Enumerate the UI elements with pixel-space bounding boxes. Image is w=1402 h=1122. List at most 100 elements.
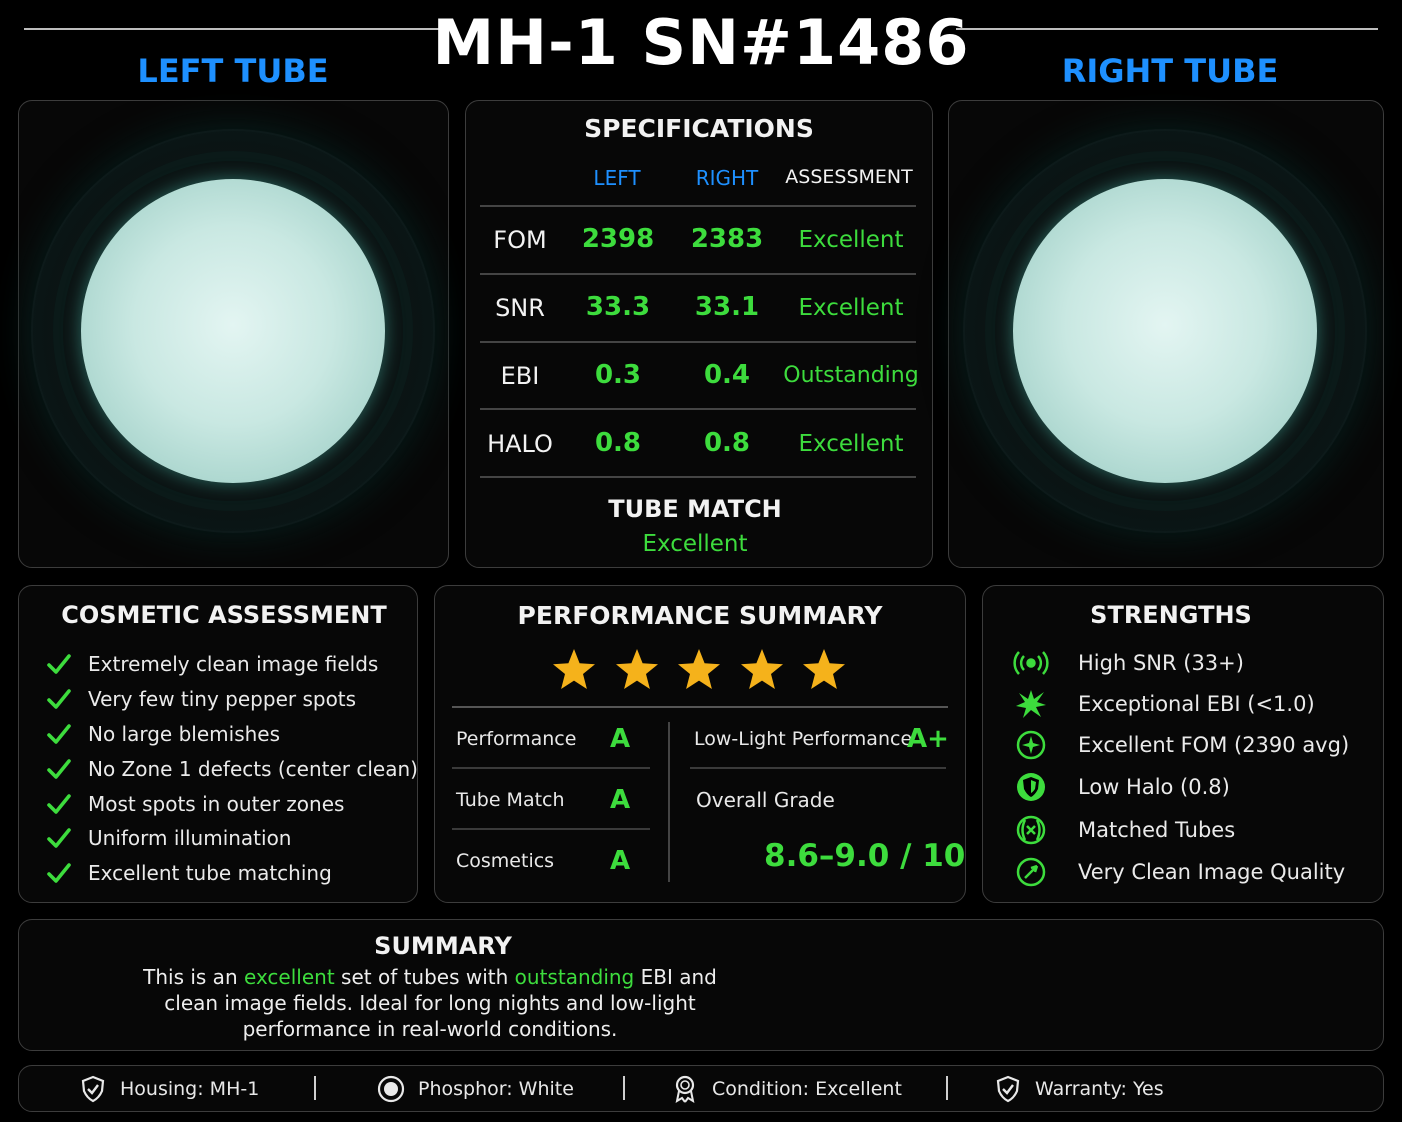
- strength-text: High SNR (33+): [1078, 651, 1244, 675]
- perf-cosmetics-label: Cosmetics: [456, 850, 555, 872]
- spec-col-left: LEFT: [593, 166, 641, 190]
- perf-performance-grade: A: [610, 724, 631, 754]
- cosmetic-item: No Zone 1 defects (center clean): [46, 754, 418, 784]
- perf-divider: [690, 767, 946, 769]
- perf-overall-value: 8.6–9.0 / 10: [764, 838, 966, 874]
- footer-housing: Housing: MH-1: [78, 1072, 259, 1106]
- spec-row-halo-left: 0.8: [594, 428, 642, 458]
- footer-warranty-text: Warranty: Yes: [1035, 1078, 1164, 1100]
- spec-row-ebi-label: EBI: [500, 362, 540, 390]
- cosmetic-item: No large blemishes: [46, 719, 280, 749]
- left-tube-panel: [18, 100, 449, 568]
- star-icon: [553, 649, 595, 689]
- perf-vertical-divider: [668, 722, 670, 882]
- checkmark-icon: [47, 828, 71, 848]
- burst-icon: [1012, 687, 1050, 721]
- shield-check-icon: [996, 1075, 1020, 1103]
- strengths-heading: STRENGTHS: [1090, 601, 1252, 629]
- perf-divider: [452, 767, 650, 769]
- footer-separator: [623, 1076, 625, 1100]
- left-tube-label: LEFT TUBE: [137, 52, 329, 90]
- perf-divider: [452, 706, 948, 708]
- spec-row-ebi-right: 0.4: [703, 360, 751, 390]
- summary-heading: SUMMARY: [374, 932, 512, 960]
- footer-phosphor-text: Phosphor: White: [418, 1078, 574, 1100]
- cosmetic-item: Extremely clean image fields: [46, 649, 378, 679]
- perf-tube-match-label: Tube Match: [456, 789, 565, 811]
- spec-col-right: RIGHT: [695, 166, 759, 190]
- spec-row-fom-label: FOM: [493, 226, 547, 254]
- match-icon: [1012, 813, 1050, 847]
- star-icon: [740, 649, 783, 689]
- spec-row-fom-right: 2383: [690, 224, 764, 254]
- footer-housing-text: Housing: MH-1: [120, 1078, 260, 1100]
- strength-item: Matched Tubes: [1012, 813, 1235, 847]
- star-icon: [803, 649, 845, 689]
- summary-text: This is an excellent set of tubes with o…: [143, 965, 717, 1041]
- spec-row-snr-left: 33.3: [585, 292, 651, 322]
- strength-item: High SNR (33+): [1012, 646, 1244, 680]
- strength-item: Exceptional EBI (<1.0): [1012, 687, 1315, 721]
- checkmark-icon: [47, 654, 71, 674]
- cosmetic-item: Most spots in outer zones: [46, 789, 344, 819]
- right-tube-phosphor: [1013, 179, 1317, 483]
- perf-lowlight-grade: A+: [907, 724, 949, 754]
- cosmetic-item-text: Extremely clean image fields: [88, 652, 379, 676]
- cosmetic-item: Uniform illumination: [46, 823, 292, 853]
- tube-match-label: TUBE MATCH: [608, 495, 782, 523]
- spec-row-snr-label: SNR: [495, 294, 545, 322]
- perf-performance-label: Performance: [456, 728, 577, 750]
- checkmark-icon: [47, 689, 71, 709]
- spec-row-halo-assessment: Excellent: [798, 431, 904, 457]
- strength-item: Excellent FOM (2390 avg): [1012, 728, 1349, 762]
- perf-lowlight-label: Low-Light Performance: [694, 728, 913, 750]
- spec-row-ebi-assessment: Outstanding: [783, 363, 919, 388]
- checkmark-icon: [47, 863, 71, 883]
- compass-icon: [1012, 728, 1050, 762]
- signal-icon: [1012, 646, 1050, 680]
- award-badge-icon: [675, 1075, 695, 1104]
- spec-row-fom-left: 2398: [581, 224, 655, 254]
- spec-row-fom-assessment: Excellent: [798, 227, 904, 253]
- footer-condition: Condition: Excellent: [670, 1072, 902, 1106]
- right-tube-label: RIGHT TUBE: [1061, 52, 1279, 90]
- spec-divider: [480, 273, 916, 275]
- spec-divider: [480, 205, 916, 207]
- cosmetic-item-text: Very few tiny pepper spots: [88, 687, 357, 711]
- right-tube-panel: [948, 100, 1384, 568]
- checkmark-icon: [47, 724, 71, 744]
- cosmetic-item-text: Uniform illumination: [88, 826, 292, 850]
- star-icon: [678, 649, 720, 689]
- perf-cosmetics-grade: A: [610, 846, 631, 876]
- left-tube-image: [31, 129, 435, 533]
- cosmetic-item-text: Excellent tube matching: [88, 861, 332, 885]
- perf-tube-match-grade: A: [610, 785, 631, 815]
- cosmetic-item-text: Most spots in outer zones: [88, 792, 345, 816]
- spec-row-snr-right: 33.1: [694, 292, 760, 322]
- footer-separator: [946, 1076, 948, 1100]
- checkmark-icon: [47, 759, 71, 779]
- gauge-icon: [1012, 855, 1050, 889]
- footer-condition-text: Condition: Excellent: [712, 1078, 902, 1100]
- spec-col-assessment: ASSESSMENT: [785, 166, 913, 188]
- strength-text: Matched Tubes: [1078, 818, 1236, 842]
- footer-separator: [314, 1076, 316, 1100]
- performance-heading: PERFORMANCE SUMMARY: [517, 601, 883, 630]
- star-icon: [615, 649, 658, 689]
- spec-row-halo-right: 0.8: [703, 428, 751, 458]
- footer-warranty: Warranty: Yes: [993, 1072, 1164, 1106]
- spec-row-snr-assessment: Excellent: [798, 295, 904, 321]
- spec-row-ebi-left: 0.3: [594, 360, 642, 390]
- perf-divider: [452, 828, 650, 830]
- cosmetic-heading: COSMETIC ASSESSMENT: [61, 601, 387, 629]
- strength-text: Excellent FOM (2390 avg): [1078, 733, 1350, 757]
- cosmetic-item: Excellent tube matching: [46, 858, 332, 888]
- right-tube-image: [963, 129, 1367, 533]
- phosphor-dot-icon: [377, 1075, 405, 1103]
- cosmetic-item-text: No Zone 1 defects (center clean): [88, 757, 418, 781]
- strength-text: Low Halo (0.8): [1078, 775, 1230, 799]
- specifications-heading: SPECIFICATIONS: [584, 114, 814, 143]
- cosmetic-item: Very few tiny pepper spots: [46, 684, 356, 714]
- summary-highlight-excellent: excellent: [243, 965, 335, 989]
- strength-item: Low Halo (0.8): [1012, 770, 1230, 804]
